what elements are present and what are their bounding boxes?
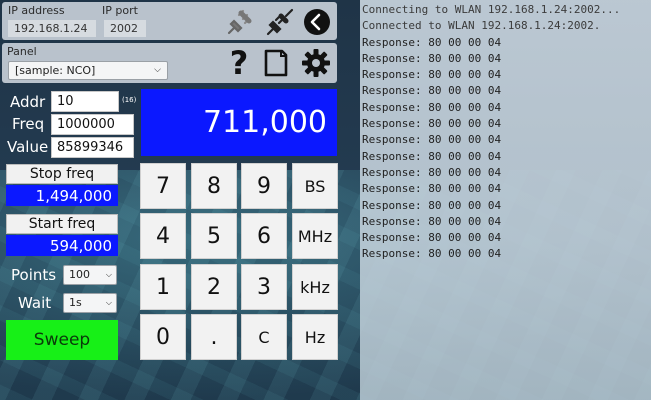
log-line: Response: 80 00 00 04 [362, 165, 502, 179]
sweep-button[interactable]: Sweep [6, 320, 118, 360]
ip-address-field[interactable]: 192.168.1.24 [8, 20, 96, 37]
points-select[interactable]: 100 ⌵ [63, 265, 117, 285]
log-line: Response: 80 00 00 04 [362, 133, 502, 147]
connection-bar: IP address 192.168.1.24 IP port 2002 [2, 2, 337, 40]
wait-select-value: 1s [69, 296, 82, 309]
key-6[interactable]: 6 [241, 213, 287, 259]
stop-freq-value-text: 1,494,000 [35, 186, 112, 205]
points-select-value: 100 [69, 268, 90, 281]
sweep-button-label: Sweep [33, 330, 91, 350]
log-line: Response: 80 00 00 04 [362, 182, 502, 196]
wait-label: Wait [18, 294, 52, 312]
ip-port-label: IP port [102, 4, 138, 17]
stop-freq-button[interactable]: Stop freq [6, 164, 118, 184]
log-line: Response: 80 00 00 04 [362, 68, 502, 82]
log-line: Response: 80 00 00 04 [362, 51, 502, 65]
key-8[interactable]: 8 [191, 163, 237, 209]
freq-input[interactable]: 1000000 [51, 114, 134, 135]
chevron-down-icon: ⌵ [105, 298, 112, 307]
stop-freq-label: Stop freq [29, 166, 95, 182]
key-5[interactable]: 5 [191, 213, 237, 259]
log-line: Response: 80 00 00 04 [362, 198, 502, 212]
key-1[interactable]: 1 [140, 264, 186, 310]
key-khz[interactable]: kHz [292, 264, 338, 310]
response-log[interactable]: Connecting to WLAN 192.168.1.24:2002... … [360, 0, 651, 400]
frequency-display: 711,000 [141, 89, 337, 156]
addr-input[interactable]: 10 [51, 91, 119, 112]
panel-select-value: [sample: NCO] [15, 64, 96, 77]
stop-freq-value: 1,494,000 [6, 185, 118, 206]
log-line: Response: 80 00 00 04 [362, 100, 502, 114]
panel-bar: Panel [sample: NCO] ⌵ ? [2, 43, 337, 83]
connect-plug-icon[interactable] [264, 6, 296, 38]
value-label: Value [7, 138, 49, 156]
start-freq-value-text: 594,000 [49, 236, 112, 255]
log-line: Connected to WLAN 192.168.1.24:2002. [362, 19, 601, 33]
log-line: Response: 80 00 00 04 [362, 149, 502, 163]
ip-address-label: IP address [8, 4, 65, 17]
freq-label: Freq [12, 115, 45, 133]
log-line: Connecting to WLAN 192.168.1.24:2002... [362, 3, 621, 16]
key-mhz[interactable]: MHz [292, 213, 338, 259]
key-9[interactable]: 9 [241, 163, 287, 209]
frequency-display-value: 711,000 [202, 105, 327, 140]
addr-label: Addr [10, 93, 46, 111]
key-2[interactable]: 2 [191, 264, 237, 310]
disconnect-plug-icon[interactable] [224, 6, 256, 38]
panel-label: Panel [7, 45, 37, 58]
help-icon[interactable]: ? [226, 46, 252, 80]
chevron-down-icon: ⌵ [105, 270, 112, 279]
control-panel: IP address 192.168.1.24 IP port 2002 Pan… [0, 0, 360, 400]
key-3[interactable]: 3 [241, 264, 287, 310]
log-line: Response: 80 00 00 04 [362, 84, 502, 98]
panel-select[interactable]: [sample: NCO] ⌵ [8, 61, 168, 80]
settings-icon[interactable] [300, 47, 332, 79]
chevron-down-icon: ⌵ [154, 65, 161, 75]
back-icon[interactable] [302, 7, 332, 37]
log-line: Response: 80 00 00 04 [362, 214, 502, 228]
key-backspace[interactable]: BS [292, 163, 338, 209]
ip-port-field[interactable]: 2002 [104, 20, 146, 37]
log-line: Response: 80 00 00 04 [362, 247, 502, 261]
key-4[interactable]: 4 [140, 213, 186, 259]
log-line: Response: 80 00 00 04 [362, 117, 502, 131]
start-freq-value: 594,000 [6, 235, 118, 256]
key-decimal[interactable]: . [191, 314, 237, 360]
value-input[interactable]: 85899346 [51, 137, 134, 158]
addr-base-label: (16) [122, 96, 137, 104]
wait-select[interactable]: 1s ⌵ [63, 293, 117, 313]
key-hz[interactable]: Hz [292, 314, 338, 360]
key-clear[interactable]: C [241, 314, 287, 360]
document-icon[interactable] [261, 47, 291, 79]
log-line: Response: 80 00 00 04 [362, 35, 502, 49]
points-label: Points [11, 266, 57, 284]
log-line: Response: 80 00 00 04 [362, 231, 502, 245]
key-7[interactable]: 7 [140, 163, 186, 209]
start-freq-button[interactable]: Start freq [6, 214, 118, 234]
key-0[interactable]: 0 [140, 314, 186, 360]
start-freq-label: Start freq [28, 216, 96, 232]
